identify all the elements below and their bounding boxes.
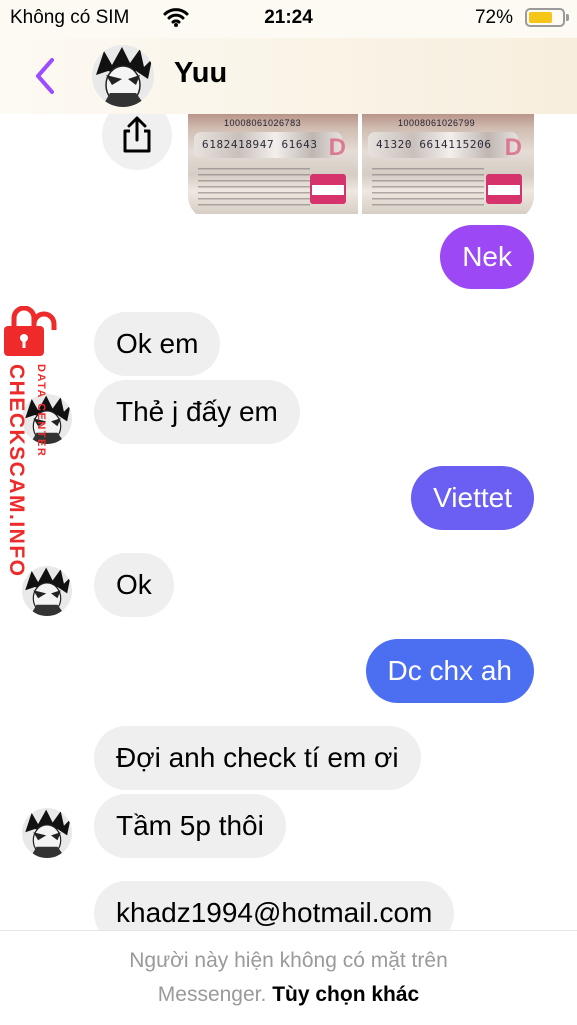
- battery-percentage: 72%: [474, 7, 513, 28]
- share-icon: [123, 116, 151, 153]
- scratch-card-image[interactable]: 10008061026799 41320 6614115206 D: [362, 114, 534, 214]
- photo-attachment[interactable]: 10008061026783 6182418947 61643 D 100080…: [188, 114, 534, 220]
- more-options-link[interactable]: Tùy chọn khác: [272, 983, 419, 1006]
- contact-avatar[interactable]: [92, 45, 154, 107]
- conversation-header: Yuu: [0, 38, 577, 114]
- outgoing-message[interactable]: Viettet: [411, 466, 534, 530]
- incoming-message[interactable]: Ok: [94, 553, 174, 617]
- chevron-left-icon: [36, 58, 54, 94]
- sender-avatar[interactable]: [22, 566, 72, 616]
- notice-text-suffix: Messenger.: [157, 983, 267, 1006]
- status-bar: Không có SIM 21:24 72%: [0, 0, 577, 38]
- unavailable-notice: Người này hiện không có mặt trên Messeng…: [0, 930, 577, 1025]
- notice-text: Người này hiện không có mặt trên: [129, 949, 448, 972]
- incoming-message[interactable]: Thẻ j đấy em: [94, 380, 300, 444]
- share-button[interactable]: [102, 114, 172, 170]
- outgoing-message[interactable]: Nek: [440, 225, 534, 289]
- outgoing-message[interactable]: Dc chx ah: [365, 639, 534, 703]
- sender-avatar[interactable]: [22, 808, 72, 858]
- back-button[interactable]: [28, 56, 62, 96]
- incoming-message[interactable]: khadz1994@hotmail.com: [94, 881, 455, 930]
- card-code: 6182418947 61643: [202, 138, 318, 151]
- incoming-message[interactable]: Ok em: [94, 312, 221, 376]
- card-serial: 10008061026799: [398, 118, 476, 128]
- scratch-card-image[interactable]: 10008061026783 6182418947 61643 D: [188, 114, 358, 214]
- sender-avatar[interactable]: [22, 394, 72, 444]
- card-code: 41320 6614115206: [376, 138, 492, 151]
- message-list[interactable]: 10008061026783 6182418947 61643 D 100080…: [0, 114, 577, 930]
- contact-name[interactable]: Yuu: [174, 57, 227, 90]
- incoming-message[interactable]: Tầm 5p thôi: [94, 794, 286, 858]
- card-serial: 10008061026783: [224, 118, 302, 128]
- incoming-message[interactable]: Đợi anh check tí em ơi: [94, 726, 421, 790]
- battery-icon: [525, 8, 569, 27]
